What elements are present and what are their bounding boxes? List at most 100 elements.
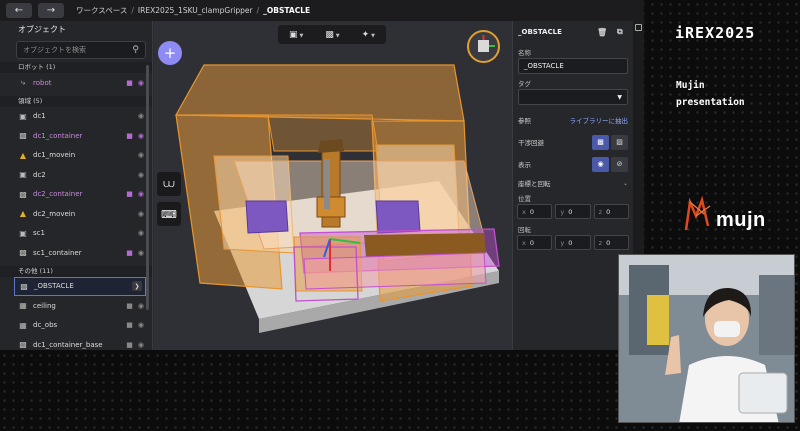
scene-render[interactable] — [154, 21, 512, 350]
object-search-input[interactable]: オブジェクトを検索 ⚲ — [16, 41, 146, 59]
view-cube-icon[interactable]: ▣ ▼ — [289, 30, 303, 40]
position-x-field[interactable]: x0 — [517, 204, 553, 219]
camera-mode-icon[interactable]: ✦ ▼ — [362, 30, 375, 40]
search-icon[interactable]: ⚲ — [132, 45, 139, 55]
sidebar-scrollbar[interactable] — [146, 65, 149, 310]
list-item-dc1-container[interactable]: ▩ dc1_container ■ ◉ — [0, 126, 152, 146]
trash-icon[interactable]: 🗑 — [597, 28, 607, 37]
list-item-dc-obs[interactable]: ▦ dc_obs ■ ◉ — [0, 316, 152, 336]
plus-icon: + — [163, 44, 177, 62]
breadcrumb-project[interactable]: IREX2025_1SKU_clampGripper — [138, 6, 253, 15]
tag-label: タグ — [518, 80, 531, 88]
orientation-gizmo-icon[interactable] — [467, 30, 500, 63]
link-icon[interactable]: ■ — [126, 249, 133, 257]
position-x-value: 0 — [529, 207, 534, 216]
eye-off-icon[interactable]: ◉ — [138, 210, 144, 218]
rotation-y-field[interactable]: y0 — [555, 235, 591, 250]
eye-icon[interactable]: ◉ — [138, 321, 144, 329]
link-icon[interactable]: ■ — [126, 190, 133, 198]
eye-icon[interactable]: ◉ — [138, 302, 144, 310]
axes-button[interactable]: ⩊ — [157, 172, 181, 196]
back-button[interactable]: ← — [6, 3, 32, 18]
list-item-label: sc1 — [33, 229, 45, 238]
list-item-dc2[interactable]: ▣ dc2 ◉ — [0, 165, 152, 185]
list-item-sc1[interactable]: ▣ sc1 ◉ — [0, 224, 152, 244]
rotation-x-field[interactable]: x0 — [517, 235, 553, 250]
rotation-x-value: 0 — [529, 238, 534, 247]
robot-arm-icon: ⤷ — [20, 77, 26, 87]
top-bar: ← → ワークスペース / IREX2025_1SKU_clampGripper… — [0, 0, 644, 21]
copy-icon[interactable]: ⧉ — [617, 27, 623, 37]
link-icon[interactable]: ■ — [126, 341, 133, 349]
event-title: iREX2025 — [675, 24, 756, 42]
extract-to-library-link[interactable]: ライブラリーに抽出 — [570, 115, 629, 125]
eye-icon[interactable]: ◉ — [592, 156, 609, 172]
transform-header[interactable]: 座標と回転 ⌄ — [513, 175, 633, 191]
axis-label: y — [560, 238, 565, 247]
link-icon[interactable]: ■ — [126, 79, 133, 87]
list-item-dc1[interactable]: ▣ dc1 ◉ — [0, 107, 152, 127]
list-item-label: _OBSTACLE — [34, 282, 74, 291]
link-icon[interactable]: ■ — [126, 302, 133, 310]
eye-off-icon[interactable]: ◉ — [138, 151, 144, 159]
cube-icon: ▩ — [19, 248, 27, 258]
list-item-ceiling[interactable]: ▦ ceiling ■ ◉ — [0, 296, 152, 316]
eye-off-icon[interactable]: ◉ — [138, 112, 144, 120]
keyboard-button[interactable]: ⌨ — [157, 202, 181, 226]
section-header-other[interactable]: その他 (11) — [0, 265, 152, 277]
axis-label: x — [522, 207, 526, 216]
list-item-obstacle[interactable]: ▩ _OBSTACLE ❯ — [14, 276, 146, 296]
container-icon: ▣ — [19, 228, 27, 238]
name-field[interactable]: _OBSTACLE — [518, 58, 628, 74]
list-item-dc2-container[interactable]: ▩ dc2_container ■ ◉ — [0, 185, 152, 205]
eye-off-icon[interactable]: ◉ — [138, 229, 144, 237]
rotation-z-field[interactable]: z0 — [593, 235, 629, 250]
list-item-dc1-container-base[interactable]: ▩ dc1_container_base ■ ◉ — [0, 335, 152, 350]
3d-viewport[interactable]: ▣ ▼ ▩ ▼ ✦ ▼ + ⩊ ⌨ — [154, 21, 512, 350]
section-header-robot[interactable]: ロボット (1) — [0, 62, 152, 73]
list-item-label: dc_obs — [33, 321, 58, 330]
breadcrumb-workspace[interactable]: ワークスペース — [76, 5, 127, 16]
link-icon[interactable]: ■ — [126, 321, 133, 329]
position-z-field[interactable]: z0 — [593, 204, 629, 219]
axes-icon: ⩊ — [163, 177, 175, 190]
breadcrumb-separator: / — [256, 6, 260, 15]
breadcrumb-separator: / — [131, 6, 134, 15]
list-item-robot[interactable]: ⤷ robot ■ ◉ — [0, 73, 152, 93]
chevron-right-icon[interactable]: ❯ — [132, 281, 142, 292]
tag-select[interactable]: ▼ — [518, 89, 628, 105]
eye-icon[interactable]: ◉ — [138, 190, 144, 198]
warning-icon: ▲ — [19, 150, 27, 160]
collision-off-toggle[interactable]: ▨ — [611, 134, 628, 150]
list-item-dc1-movein[interactable]: ▲ dc1_movein ◉ — [0, 146, 152, 166]
add-object-button[interactable]: + — [158, 41, 182, 65]
name-value: _OBSTACLE — [524, 62, 564, 70]
sidebar-title: オブジェクト — [18, 25, 66, 34]
box-display-icon[interactable]: ▩ ▼ — [325, 30, 339, 40]
link-icon[interactable]: ■ — [126, 132, 133, 140]
container-icon: ▣ — [19, 111, 27, 121]
eye-off-icon[interactable]: ◉ — [138, 171, 144, 179]
eye-icon[interactable]: ◉ — [138, 249, 144, 257]
eye-icon[interactable]: ◉ — [138, 341, 144, 349]
section-header-regions[interactable]: 領域 (5) — [0, 95, 152, 107]
list-item-dc2-movein[interactable]: ▲ dc2_movein ◉ — [0, 204, 152, 224]
rotation-label: 回転 — [518, 226, 531, 234]
cube-icon: ▩ — [19, 131, 27, 141]
cube-icon: ▩ — [19, 340, 27, 350]
robot-head — [318, 139, 344, 153]
keyboard-icon: ⌨ — [161, 207, 177, 221]
eye-off-icon[interactable]: ⊘ — [611, 156, 628, 172]
collision-on-toggle[interactable]: ▩ — [592, 134, 609, 150]
position-y-field[interactable]: y0 — [555, 204, 591, 219]
eye-icon[interactable]: ◉ — [138, 132, 144, 140]
list-item-sc1-container[interactable]: ▩ sc1_container ■ ◉ — [0, 243, 152, 263]
eye-icon[interactable]: ◉ — [138, 79, 144, 87]
panel-toggle-icon[interactable] — [635, 24, 642, 31]
properties-header: _OBSTACLE 🗑 ⧉ — [513, 21, 633, 43]
collision-row: 干渉回避 ▩ ▨ — [513, 131, 633, 153]
forward-button[interactable]: → — [38, 3, 64, 18]
cube-icon: ▩ — [19, 189, 27, 199]
axis-label: z — [598, 238, 603, 247]
arrow-right-icon: → — [46, 5, 56, 16]
